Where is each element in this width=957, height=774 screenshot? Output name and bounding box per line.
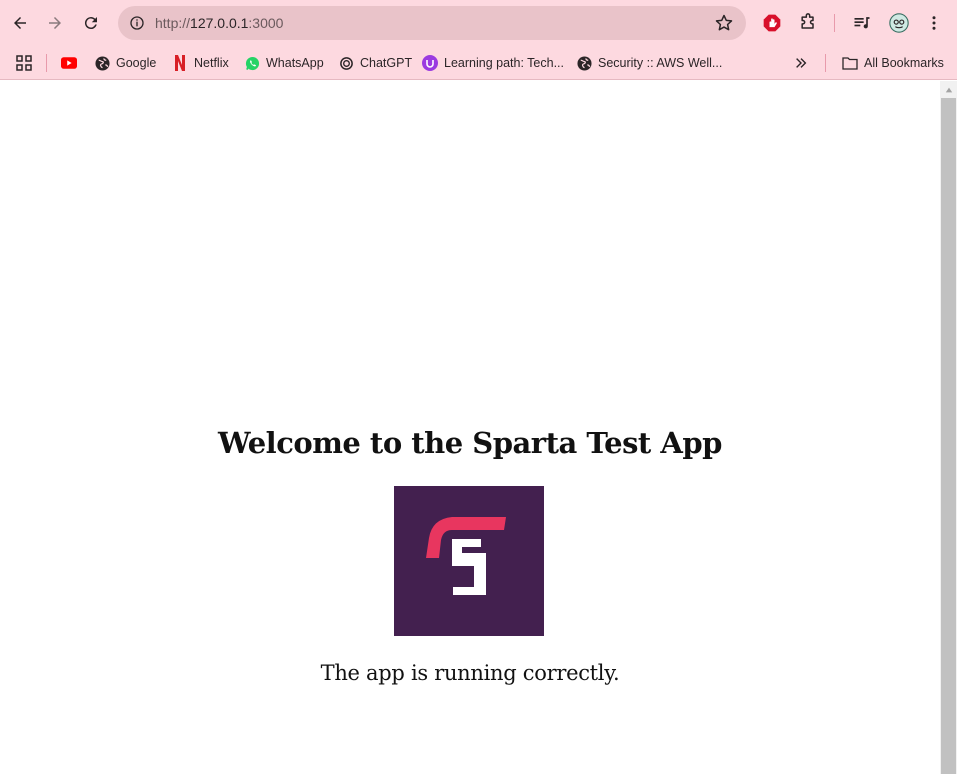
bookmark-label: ChatGPT xyxy=(360,56,413,70)
apps-button[interactable] xyxy=(16,51,32,75)
bookmarks-bar: Google Netflix WhatsApp ChatGPT Learning… xyxy=(0,46,957,80)
url-host: 127.0.0.1 xyxy=(190,15,249,31)
chatgpt-icon xyxy=(338,55,354,71)
learning-icon xyxy=(422,55,438,71)
back-arrow-icon xyxy=(14,17,26,29)
bookmark-label: Security :: AWS Well... xyxy=(598,56,723,70)
globe-icon xyxy=(94,55,110,71)
triangle-up-icon xyxy=(945,87,952,92)
toolbar-divider xyxy=(834,14,835,32)
browser-menu-button[interactable] xyxy=(919,8,949,38)
sparta-logo xyxy=(394,486,544,636)
globe-icon xyxy=(576,55,592,71)
double-chevron-right-icon xyxy=(796,58,807,68)
browser-window: http://127.0.0.1:3000 Google Netflix Wha… xyxy=(0,0,957,774)
bookmark-whatsapp[interactable]: WhatsApp xyxy=(244,51,324,75)
bookmark-label: Google xyxy=(116,56,157,70)
reload-button[interactable] xyxy=(76,8,106,38)
reload-icon xyxy=(84,17,97,30)
url-scheme: http:// xyxy=(155,15,191,31)
bookmark-label: Learning path: Tech... xyxy=(444,56,564,70)
media-controls-button[interactable] xyxy=(847,8,877,38)
back-button[interactable] xyxy=(5,8,35,38)
bookmark-netflix[interactable]: Netflix xyxy=(172,51,229,75)
bookmark-google[interactable]: Google xyxy=(94,51,156,75)
all-bookmarks-label: All Bookmarks xyxy=(864,56,944,70)
youtube-icon xyxy=(61,55,77,71)
apps-grid-icon xyxy=(16,55,32,71)
whatsapp-icon xyxy=(244,55,260,71)
address-bar[interactable]: http://127.0.0.1:3000 xyxy=(118,6,746,40)
bookmarks-overflow-button[interactable] xyxy=(794,51,808,75)
bookmark-youtube[interactable] xyxy=(61,51,83,75)
bookmarks-divider xyxy=(825,54,826,72)
page-title: Welcome to the Sparta Test App xyxy=(218,426,722,460)
url-port: :3000 xyxy=(248,15,284,31)
page-content: Welcome to the Sparta Test App The app i… xyxy=(0,81,940,774)
browser-toolbar: http://127.0.0.1:3000 xyxy=(0,0,957,46)
avatar-icon xyxy=(889,13,909,33)
status-message: The app is running correctly. xyxy=(320,661,620,685)
netflix-icon xyxy=(172,55,188,71)
site-info-button[interactable] xyxy=(126,12,148,34)
scrollbar-thumb[interactable] xyxy=(941,98,956,774)
vertical-scrollbar[interactable] xyxy=(940,81,957,774)
bookmark-star-button[interactable] xyxy=(714,13,734,33)
puzzle-icon xyxy=(801,13,814,29)
star-icon xyxy=(715,14,733,31)
bookmark-label: Netflix xyxy=(194,56,229,70)
extensions-button[interactable] xyxy=(793,8,823,38)
scroll-up-button[interactable] xyxy=(940,81,957,98)
playlist-icon xyxy=(854,17,870,29)
sparta-s-logo-icon xyxy=(426,517,506,595)
forward-arrow-icon xyxy=(49,17,61,29)
bookmark-label: WhatsApp xyxy=(266,56,324,70)
bookmark-security-aws[interactable]: Security :: AWS Well... xyxy=(576,51,722,75)
kebab-menu-icon xyxy=(932,16,936,30)
bookmarks-divider xyxy=(46,54,47,72)
folder-icon xyxy=(842,55,858,71)
bookmark-learning-path[interactable]: Learning path: Tech... xyxy=(422,51,564,75)
info-icon xyxy=(130,16,144,30)
all-bookmarks-button[interactable]: All Bookmarks xyxy=(842,51,944,75)
url-text[interactable]: http://127.0.0.1:3000 xyxy=(155,15,283,31)
adblock-icon xyxy=(763,14,781,32)
profile-avatar-button[interactable] xyxy=(884,8,914,38)
forward-button[interactable] xyxy=(40,8,70,38)
bookmark-chatgpt[interactable]: ChatGPT xyxy=(338,51,412,75)
adblock-extension-button[interactable] xyxy=(757,8,787,38)
